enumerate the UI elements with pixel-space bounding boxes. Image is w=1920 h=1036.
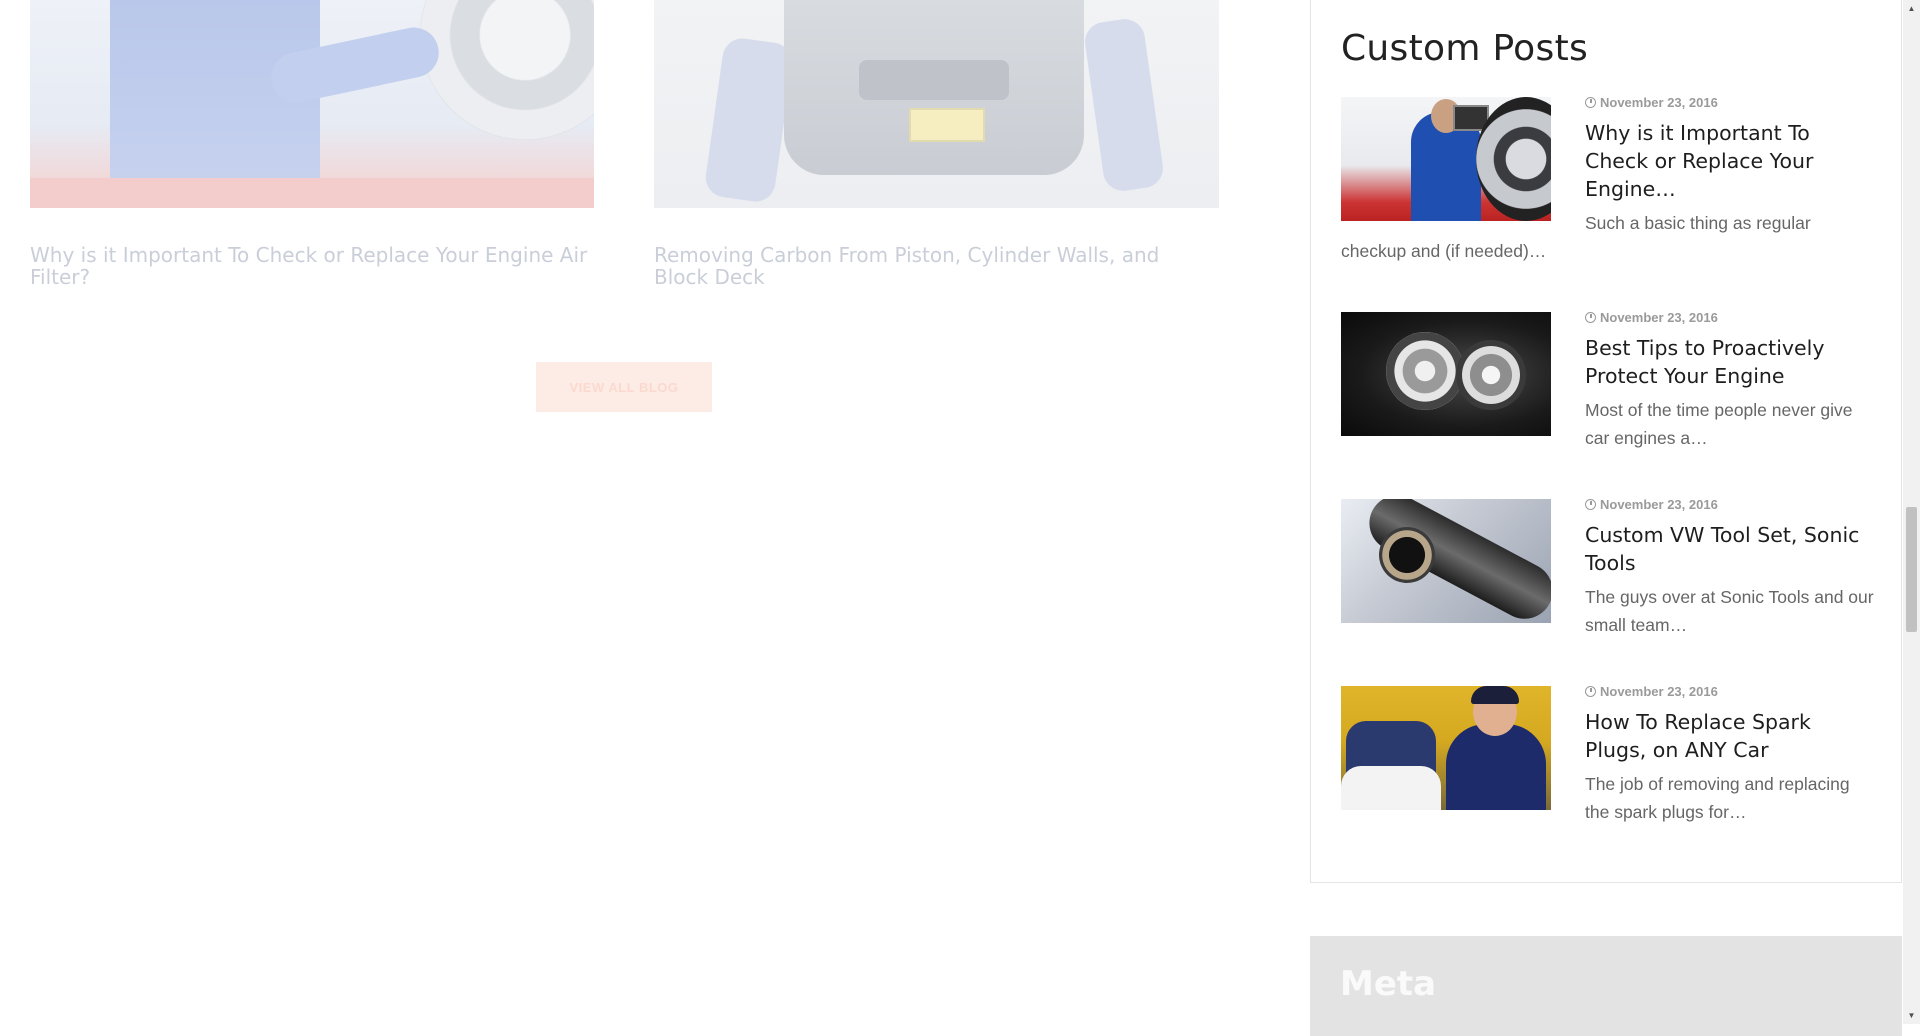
blog-card-image[interactable] bbox=[30, 0, 594, 208]
post-date-text: November 23, 2016 bbox=[1600, 95, 1718, 110]
post-date: November 23, 2016 bbox=[1585, 497, 1718, 512]
arrow-down-icon[interactable]: ▼ bbox=[1903, 1007, 1920, 1024]
custom-posts-widget: Custom Posts November 23, 2016 Why is it… bbox=[1310, 0, 1902, 883]
widget-title: Meta bbox=[1340, 964, 1437, 1004]
post-date-text: November 23, 2016 bbox=[1600, 684, 1718, 699]
clock-icon bbox=[1585, 97, 1596, 108]
widget-title: Custom Posts bbox=[1341, 28, 1589, 69]
blog-card[interactable]: Why is it Important To Check or Replace … bbox=[30, 0, 594, 288]
post-date-text: November 23, 2016 bbox=[1600, 310, 1718, 325]
blog-card-title[interactable]: Why is it Important To Check or Replace … bbox=[30, 244, 594, 288]
post-date: November 23, 2016 bbox=[1585, 95, 1718, 110]
view-all-blog-button[interactable]: VIEW ALL BLOG bbox=[536, 362, 712, 412]
post-excerpt: Such a basic thing as regular checkup an… bbox=[1341, 213, 1811, 261]
post-excerpt: The guys over at Sonic Tools and our sma… bbox=[1585, 587, 1874, 635]
post-thumbnail[interactable] bbox=[1341, 97, 1551, 221]
post-title-link[interactable]: Custom VW Tool Set, Sonic Tools bbox=[1585, 521, 1875, 577]
scrollbar-thumb[interactable] bbox=[1906, 507, 1917, 632]
page-scrollbar[interactable]: ▲ ▼ bbox=[1903, 0, 1920, 1024]
post-excerpt: Most of the time people never give car e… bbox=[1585, 400, 1853, 448]
post-thumbnail[interactable] bbox=[1341, 499, 1551, 623]
clock-icon bbox=[1585, 312, 1596, 323]
clock-icon bbox=[1585, 686, 1596, 697]
post-title-link[interactable]: Why is it Important To Check or Replace … bbox=[1585, 119, 1875, 203]
meta-widget: Meta bbox=[1310, 936, 1902, 1036]
post-date: November 23, 2016 bbox=[1585, 310, 1718, 325]
blog-card[interactable]: Removing Carbon From Piston, Cylinder Wa… bbox=[654, 0, 1219, 288]
post-title-link[interactable]: Best Tips to Proactively Protect Your En… bbox=[1585, 334, 1875, 390]
post-thumbnail[interactable] bbox=[1341, 312, 1551, 436]
clock-icon bbox=[1585, 499, 1596, 510]
blog-section: Why is it Important To Check or Replace … bbox=[0, 0, 1245, 1024]
post-excerpt: The job of removing and replacing the sp… bbox=[1585, 774, 1850, 822]
post-date: November 23, 2016 bbox=[1585, 684, 1718, 699]
arrow-up-icon[interactable]: ▲ bbox=[1903, 0, 1920, 17]
blog-card-image[interactable] bbox=[654, 0, 1219, 208]
post-thumbnail[interactable] bbox=[1341, 686, 1551, 810]
post-title-link[interactable]: How To Replace Spark Plugs, on ANY Car bbox=[1585, 708, 1875, 764]
post-date-text: November 23, 2016 bbox=[1600, 497, 1718, 512]
blog-card-title[interactable]: Removing Carbon From Piston, Cylinder Wa… bbox=[654, 244, 1219, 288]
